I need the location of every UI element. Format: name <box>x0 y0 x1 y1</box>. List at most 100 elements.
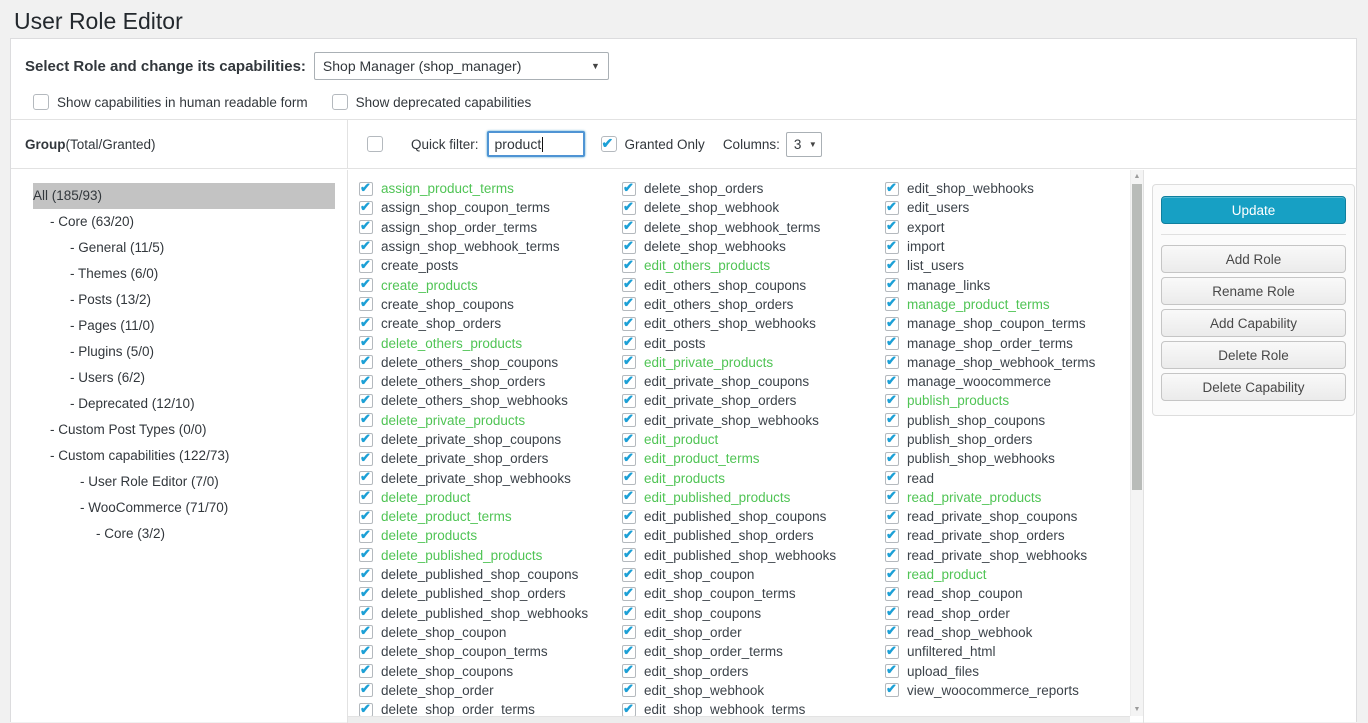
capability-checkbox[interactable]: ✔ <box>622 664 636 678</box>
capability-checkbox[interactable]: ✔ <box>622 529 636 543</box>
capability-checkbox[interactable]: ✔ <box>622 220 636 234</box>
capability-checkbox[interactable]: ✔ <box>359 490 373 504</box>
capability-checkbox[interactable]: ✔ <box>885 355 899 369</box>
tree-item[interactable]: - Users (6/2) <box>70 365 335 391</box>
quick-filter-input[interactable]: product <box>487 131 585 157</box>
tree-item[interactable]: - Pages (11/0) <box>70 313 335 339</box>
capability-checkbox[interactable]: ✔ <box>885 394 899 408</box>
capability-checkbox[interactable]: ✔ <box>885 452 899 466</box>
capability-checkbox[interactable]: ✔ <box>359 568 373 582</box>
capability-checkbox[interactable]: ✔ <box>359 433 373 447</box>
tree-item[interactable]: - Themes (6/0) <box>70 261 335 287</box>
capability-checkbox[interactable]: ✔ <box>885 278 899 292</box>
capability-checkbox[interactable]: ✔ <box>885 201 899 215</box>
capability-checkbox[interactable]: ✔ <box>885 510 899 524</box>
tree-item[interactable]: - Core (63/20) <box>50 209 335 235</box>
scrollbar-thumb[interactable] <box>1132 184 1142 490</box>
capability-checkbox[interactable]: ✔ <box>885 375 899 389</box>
capability-checkbox[interactable]: ✔ <box>359 355 373 369</box>
capability-checkbox[interactable]: ✔ <box>622 336 636 350</box>
capability-checkbox[interactable]: ✔ <box>359 297 373 311</box>
capability-checkbox[interactable]: ✔ <box>885 587 899 601</box>
capability-checkbox[interactable]: ✔ <box>359 278 373 292</box>
capability-checkbox[interactable]: ✔ <box>622 625 636 639</box>
capability-checkbox[interactable]: ✔ <box>622 490 636 504</box>
capability-checkbox[interactable]: ✔ <box>359 259 373 273</box>
capability-checkbox[interactable]: ✔ <box>359 548 373 562</box>
capability-checkbox[interactable]: ✔ <box>885 336 899 350</box>
role-select[interactable]: Shop Manager (shop_manager) ▼ <box>314 52 609 80</box>
update-button[interactable]: Update <box>1161 196 1346 224</box>
capability-checkbox[interactable]: ✔ <box>622 645 636 659</box>
capability-checkbox[interactable]: ✔ <box>885 548 899 562</box>
tree-item[interactable]: - General (11/5) <box>70 235 335 261</box>
capability-checkbox[interactable]: ✔ <box>622 587 636 601</box>
capability-checkbox[interactable]: ✔ <box>622 259 636 273</box>
capability-checkbox[interactable]: ✔ <box>622 433 636 447</box>
tree-item[interactable]: All (185/93) <box>33 183 335 209</box>
add-capability-button[interactable]: Add Capability <box>1161 309 1346 337</box>
capability-checkbox[interactable]: ✔ <box>885 568 899 582</box>
capability-checkbox[interactable]: ✔ <box>885 317 899 331</box>
capability-checkbox[interactable]: ✔ <box>622 510 636 524</box>
granted-only-checkbox[interactable]: ✔ <box>601 136 617 152</box>
capability-checkbox[interactable]: ✔ <box>885 645 899 659</box>
capability-checkbox[interactable]: ✔ <box>359 471 373 485</box>
tree-item[interactable]: - Custom capabilities (122/73) <box>50 443 335 469</box>
tree-item[interactable]: - Plugins (5/0) <box>70 339 335 365</box>
capability-checkbox[interactable]: ✔ <box>622 240 636 254</box>
capability-checkbox[interactable]: ✔ <box>622 278 636 292</box>
vertical-scrollbar[interactable]: ▲ ▼ <box>1130 170 1143 716</box>
capability-checkbox[interactable]: ✔ <box>622 201 636 215</box>
capability-checkbox[interactable]: ✔ <box>359 336 373 350</box>
capability-checkbox[interactable]: ✔ <box>885 240 899 254</box>
capability-checkbox[interactable]: ✔ <box>885 625 899 639</box>
capability-checkbox[interactable]: ✔ <box>622 703 636 717</box>
capability-checkbox[interactable]: ✔ <box>885 220 899 234</box>
capability-checkbox[interactable]: ✔ <box>359 394 373 408</box>
capability-checkbox[interactable]: ✔ <box>359 529 373 543</box>
capability-checkbox[interactable]: ✔ <box>359 645 373 659</box>
capability-checkbox[interactable]: ✔ <box>359 587 373 601</box>
capability-checkbox[interactable]: ✔ <box>359 220 373 234</box>
tree-item[interactable]: - User Role Editor (7/0) <box>80 469 335 495</box>
delete-capability-button[interactable]: Delete Capability <box>1161 373 1346 401</box>
capability-checkbox[interactable]: ✔ <box>359 703 373 717</box>
capability-checkbox[interactable]: ✔ <box>359 606 373 620</box>
scroll-up-icon[interactable]: ▲ <box>1131 173 1143 180</box>
scroll-down-icon[interactable]: ▼ <box>1131 706 1143 713</box>
capability-checkbox[interactable]: ✔ <box>885 259 899 273</box>
tree-item[interactable]: - Custom Post Types (0/0) <box>50 417 335 443</box>
capability-checkbox[interactable]: ✔ <box>885 683 899 697</box>
rename-role-button[interactable]: Rename Role <box>1161 277 1346 305</box>
columns-select[interactable]: 3 ▼ <box>786 132 822 157</box>
capability-checkbox[interactable]: ✔ <box>359 452 373 466</box>
capability-checkbox[interactable]: ✔ <box>622 568 636 582</box>
capability-checkbox[interactable]: ✔ <box>622 471 636 485</box>
capability-checkbox[interactable]: ✔ <box>359 375 373 389</box>
capability-checkbox[interactable]: ✔ <box>885 433 899 447</box>
add-role-button[interactable]: Add Role <box>1161 245 1346 273</box>
tree-item[interactable]: - Deprecated (12/10) <box>70 391 335 417</box>
capability-checkbox[interactable]: ✔ <box>885 182 899 196</box>
capability-checkbox[interactable]: ✔ <box>359 201 373 215</box>
tree-item[interactable]: - Core (3/2) <box>96 521 335 547</box>
capability-checkbox[interactable]: ✔ <box>622 452 636 466</box>
human-readable-checkbox[interactable]: ✔ <box>33 94 49 110</box>
capability-checkbox[interactable]: ✔ <box>622 375 636 389</box>
capability-checkbox[interactable]: ✔ <box>359 240 373 254</box>
capability-checkbox[interactable]: ✔ <box>885 490 899 504</box>
capability-checkbox[interactable]: ✔ <box>622 413 636 427</box>
capability-checkbox[interactable]: ✔ <box>885 471 899 485</box>
capability-checkbox[interactable]: ✔ <box>359 182 373 196</box>
capability-checkbox[interactable]: ✔ <box>885 529 899 543</box>
capability-checkbox[interactable]: ✔ <box>359 683 373 697</box>
capability-checkbox[interactable]: ✔ <box>622 683 636 697</box>
capability-checkbox[interactable]: ✔ <box>885 606 899 620</box>
tree-item[interactable]: - Posts (13/2) <box>70 287 335 313</box>
delete-role-button[interactable]: Delete Role <box>1161 341 1346 369</box>
select-all-checkbox[interactable]: ✔ <box>367 136 383 152</box>
capability-checkbox[interactable]: ✔ <box>622 606 636 620</box>
capability-checkbox[interactable]: ✔ <box>622 394 636 408</box>
capability-checkbox[interactable]: ✔ <box>622 355 636 369</box>
